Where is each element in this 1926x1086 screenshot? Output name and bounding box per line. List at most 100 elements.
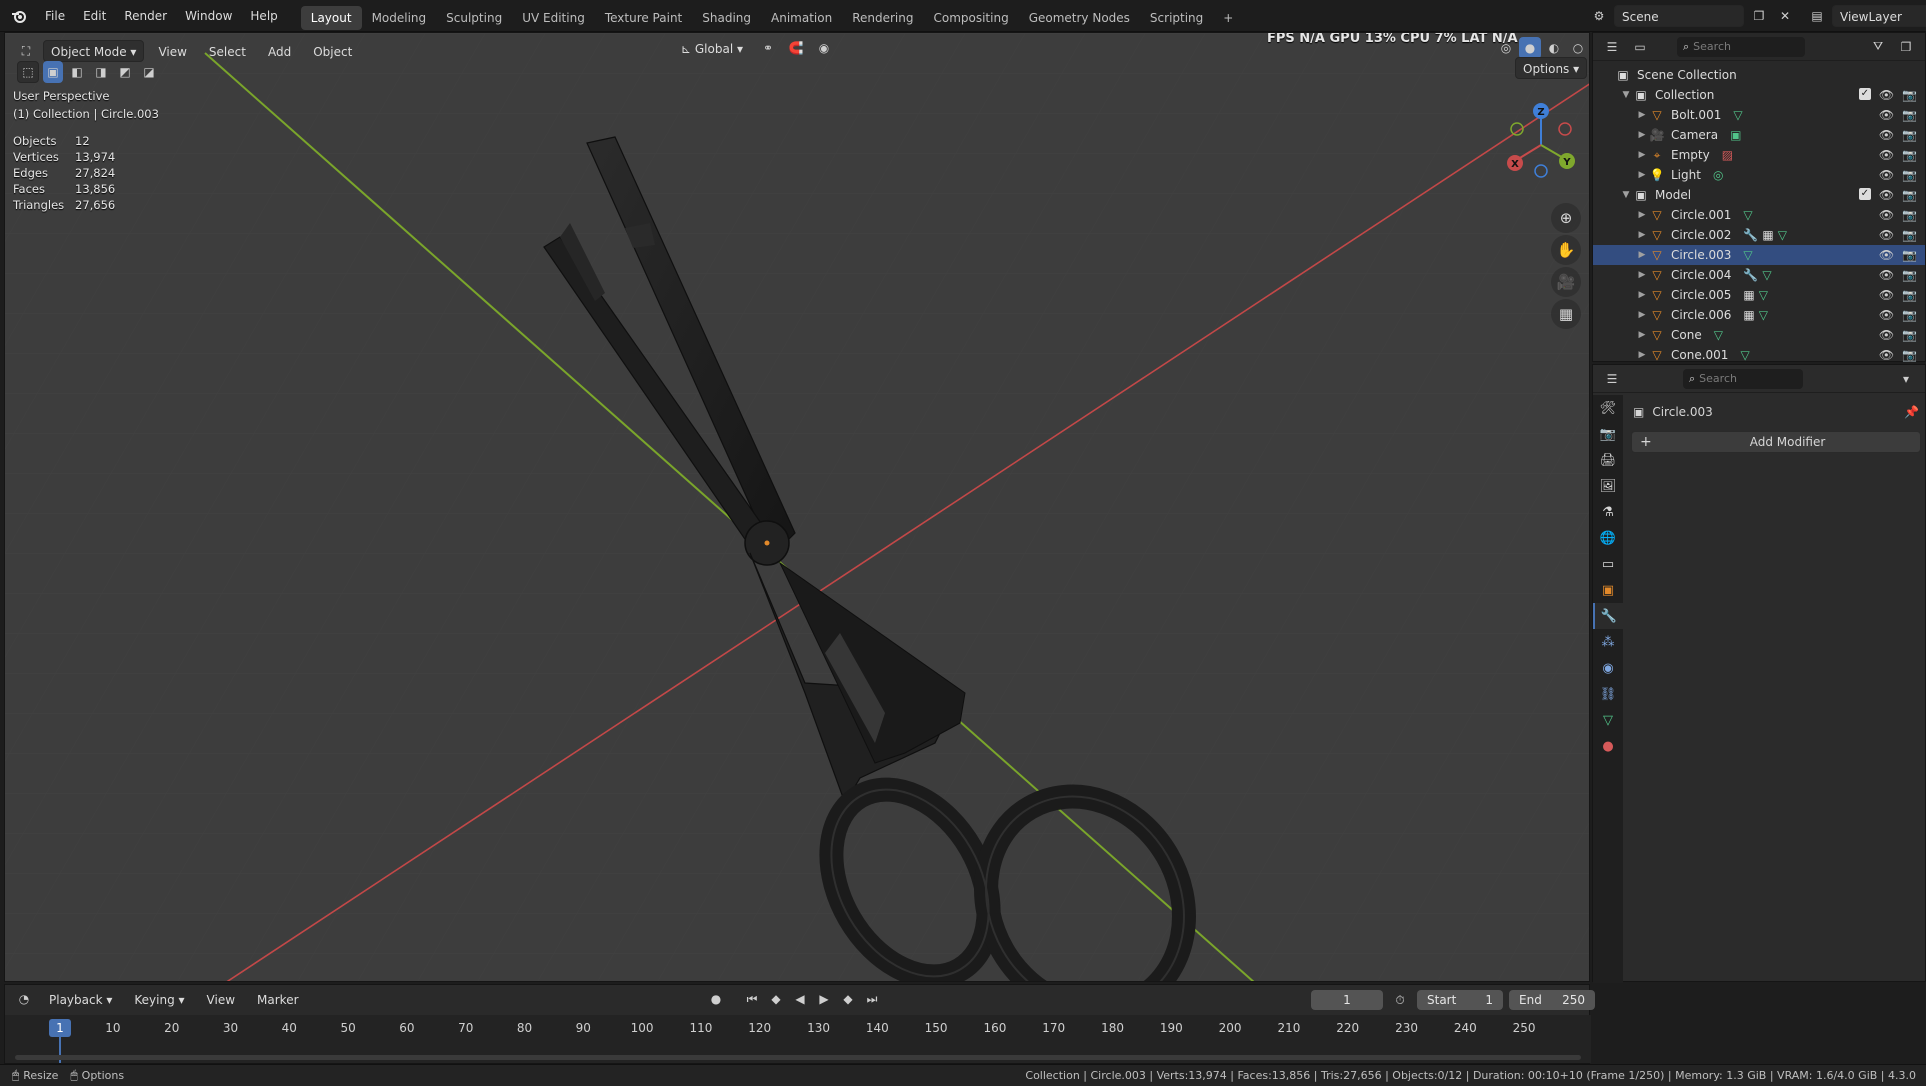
next-keyframe-icon[interactable]: ◆: [837, 988, 859, 1010]
menu-edit[interactable]: Edit: [74, 0, 115, 32]
wireframe-shading-icon[interactable]: ◎: [1495, 37, 1517, 59]
particles-tab-icon[interactable]: ⁂: [1593, 629, 1623, 655]
tab-texture-paint[interactable]: Texture Paint: [595, 6, 692, 30]
snap-icon[interactable]: 🧲: [785, 37, 807, 59]
data-tab-icon[interactable]: ▽: [1593, 707, 1623, 733]
remove-scene-icon[interactable]: ✕: [1774, 5, 1796, 27]
eye-icon[interactable]: 👁: [1879, 148, 1894, 162]
scene-selector[interactable]: Scene: [1614, 5, 1744, 27]
outliner-item[interactable]: ▶ ▽ Circle.002 🔧 ▦ ▽ 👁 📷: [1593, 225, 1925, 245]
camera-toggle-icon[interactable]: 📷: [1902, 268, 1917, 282]
expand-toggle-icon[interactable]: ▶: [1635, 170, 1649, 180]
expand-toggle-icon[interactable]: ▶: [1635, 210, 1649, 220]
tab-layout[interactable]: Layout: [300, 5, 362, 30]
camera-toggle-icon[interactable]: 📷: [1902, 208, 1917, 222]
tab-sculpting[interactable]: Sculpting: [436, 6, 512, 30]
tab-compositing[interactable]: Compositing: [923, 6, 1018, 30]
chevron-down-icon[interactable]: ▾: [1895, 368, 1917, 390]
material-tab-icon[interactable]: ●: [1593, 733, 1623, 759]
outliner-item[interactable]: ▶ ⌖ Empty ▨ 👁 📷: [1593, 145, 1925, 165]
prev-keyframe-icon[interactable]: ◆: [765, 988, 787, 1010]
pan-hand-icon[interactable]: ✋: [1551, 235, 1581, 265]
rendered-shading-icon[interactable]: ○: [1567, 37, 1589, 59]
expand-toggle-icon[interactable]: ▶: [1635, 230, 1649, 240]
outliner-item[interactable]: ▶ 🎥 Camera ▣ 👁 📷: [1593, 125, 1925, 145]
eye-icon[interactable]: 👁: [1879, 228, 1894, 242]
cursor-tool-icon[interactable]: ⬚: [17, 61, 39, 83]
menu-file[interactable]: File: [36, 0, 74, 32]
menu-add[interactable]: Add: [260, 40, 299, 62]
menu-keying[interactable]: Keying ▾: [126, 988, 192, 1010]
stopwatch-icon[interactable]: ⏱: [1389, 989, 1411, 1011]
play-reverse-icon[interactable]: ◀: [789, 988, 811, 1010]
properties-editor-icon[interactable]: ☰: [1601, 368, 1623, 390]
camera-toggle-icon[interactable]: 📷: [1902, 168, 1917, 182]
select-new-icon[interactable]: ▣: [43, 61, 63, 83]
menu-view[interactable]: View: [150, 40, 194, 62]
view-layer-tab-icon[interactable]: 🖼: [1593, 473, 1623, 499]
camera-toggle-icon[interactable]: 📷: [1902, 348, 1917, 362]
eye-icon[interactable]: 👁: [1879, 168, 1894, 182]
scene-tab-icon[interactable]: ⚗: [1593, 499, 1623, 525]
proportional-edit-icon[interactable]: ◉: [813, 37, 835, 59]
add-workspace-button[interactable]: +: [1213, 6, 1243, 30]
expand-toggle-icon[interactable]: ▶: [1635, 150, 1649, 160]
eye-icon[interactable]: 👁: [1879, 268, 1894, 282]
timeline-ruler[interactable]: 1 10 20 30 40 50 60 70 80 90 100 110 120 130 140 150 16…: [5, 1015, 1591, 1063]
mode-selector[interactable]: Object Mode ▾: [43, 40, 145, 62]
record-icon[interactable]: ●: [705, 988, 727, 1010]
eye-icon[interactable]: 👁: [1879, 108, 1894, 122]
jump-end-icon[interactable]: ⏭: [861, 988, 883, 1010]
scene-icon[interactable]: ⚙: [1588, 5, 1610, 27]
camera-toggle-icon[interactable]: 📷: [1902, 248, 1917, 262]
outliner-item[interactable]: ▶ ▽ Cone ▽ 👁 📷: [1593, 325, 1925, 345]
eye-icon[interactable]: 👁: [1879, 348, 1894, 362]
menu-render[interactable]: Render: [115, 0, 176, 32]
camera-toggle-icon[interactable]: 📷: [1902, 308, 1917, 322]
output-tab-icon[interactable]: 🖨: [1593, 447, 1623, 473]
menu-window[interactable]: Window: [176, 0, 241, 32]
new-scene-icon[interactable]: ❐: [1748, 5, 1770, 27]
display-mode-icon[interactable]: ▭: [1629, 36, 1651, 58]
camera-view-icon[interactable]: 🎥: [1551, 267, 1581, 297]
tab-scripting[interactable]: Scripting: [1140, 6, 1213, 30]
add-modifier-button[interactable]: + Add Modifier: [1631, 431, 1921, 453]
editor-type-icon[interactable]: ⛶: [15, 40, 37, 62]
expand-toggle-icon[interactable]: ▼: [1619, 190, 1633, 200]
expand-toggle-icon[interactable]: ▶: [1635, 250, 1649, 260]
menu-timeline-view[interactable]: View: [199, 988, 243, 1010]
tab-uv-editing[interactable]: UV Editing: [512, 6, 595, 30]
view-layer-selector[interactable]: ViewLayer: [1832, 5, 1926, 27]
eye-icon[interactable]: 👁: [1879, 248, 1894, 262]
eye-icon[interactable]: 👁: [1879, 188, 1894, 202]
outliner-item[interactable]: ▶ ▽ Circle.005 ▦ ▽ 👁 📷: [1593, 285, 1925, 305]
tab-rendering[interactable]: Rendering: [842, 6, 923, 30]
expand-toggle-icon[interactable]: ▶: [1635, 350, 1649, 360]
material-shading-icon[interactable]: ◐: [1543, 37, 1565, 59]
perspective-toggle-icon[interactable]: ▦: [1551, 299, 1581, 329]
timeline-scrollbar[interactable]: [15, 1055, 1581, 1060]
menu-select[interactable]: Select: [201, 40, 254, 62]
render-tab-icon[interactable]: 📷: [1593, 421, 1623, 447]
pin-icon[interactable]: 📌: [1904, 405, 1919, 419]
expand-toggle-icon[interactable]: ▶: [1635, 110, 1649, 120]
select-intersect-icon[interactable]: ◪: [139, 61, 159, 83]
outliner-item[interactable]: ▶ ▽ Bolt.001 ▽ 👁 📷: [1593, 105, 1925, 125]
playhead-frame[interactable]: 1: [49, 1019, 71, 1037]
checkbox-icon[interactable]: ✓: [1858, 88, 1871, 100]
expand-toggle-icon[interactable]: ▶: [1635, 270, 1649, 280]
tab-geometry-nodes[interactable]: Geometry Nodes: [1019, 6, 1140, 30]
tool-tab-icon[interactable]: 🛠: [1593, 395, 1623, 421]
start-frame-field[interactable]: Start 1: [1417, 990, 1503, 1010]
select-subtract-icon[interactable]: ◨: [91, 61, 111, 83]
zoom-icon[interactable]: ⊕: [1551, 203, 1581, 233]
modifier-tab-icon[interactable]: 🔧: [1593, 603, 1623, 629]
menu-help[interactable]: Help: [241, 0, 286, 32]
camera-toggle-icon[interactable]: 📷: [1902, 188, 1917, 202]
checkbox-icon[interactable]: ✓: [1858, 188, 1871, 200]
eye-icon[interactable]: 👁: [1879, 308, 1894, 322]
menu-object[interactable]: Object: [305, 40, 360, 62]
properties-search[interactable]: ⌕ Search: [1683, 368, 1803, 389]
outliner-item[interactable]: ▶ ▽ Cone.001 ▽ 👁 📷: [1593, 345, 1925, 365]
expand-toggle-icon[interactable]: ▶: [1635, 290, 1649, 300]
